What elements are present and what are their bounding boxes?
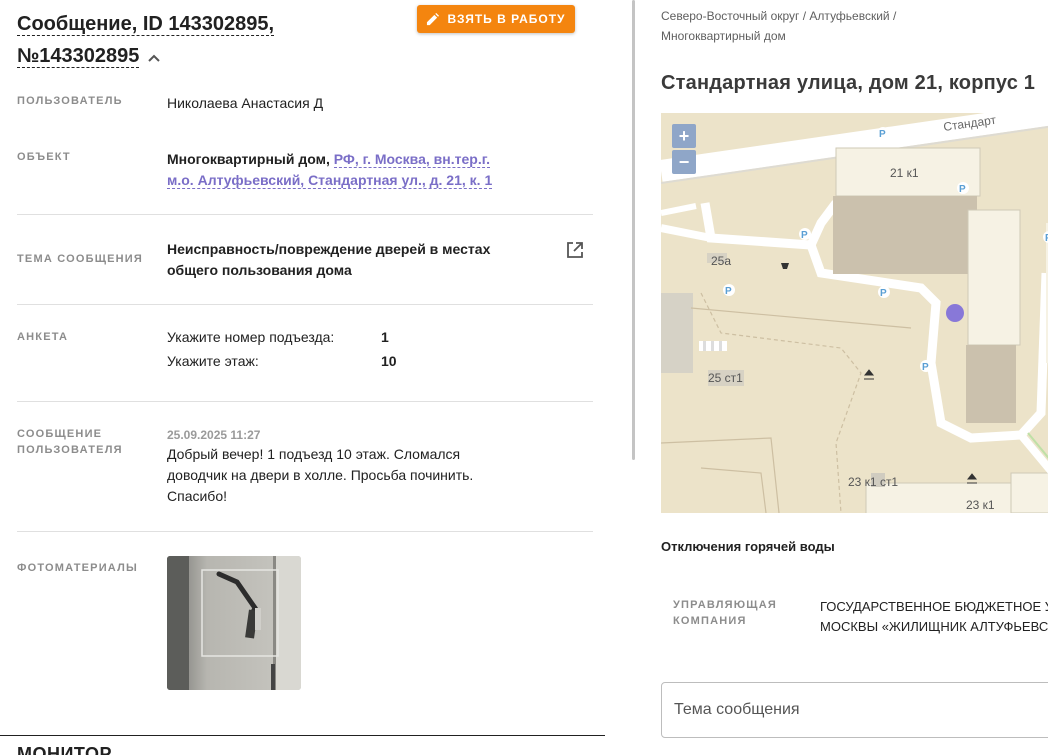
map[interactable]: P P P P P P P 21 к1 25а 25 ст1 23 к1 ст1… bbox=[661, 113, 1048, 513]
survey-label: АНКЕТА bbox=[17, 331, 69, 343]
chevron-up-icon[interactable] bbox=[147, 41, 161, 73]
user-message-body: 25.09.2025 11:27 Добрый вечер! 1 подъезд… bbox=[167, 426, 487, 507]
management-company-label: УПРАВЛЯЮЩАЯ КОМПАНИЯ bbox=[673, 597, 777, 629]
monitor-heading: МОНИТОР bbox=[17, 744, 112, 755]
map-label-23k1: 23 к1 bbox=[966, 498, 995, 512]
management-company-line: ГОСУДАРСТВЕННОЕ БЮДЖЕТНОЕ У bbox=[820, 599, 1048, 614]
message-title: Сообщение, ID 143302895, №143302895 bbox=[17, 8, 397, 73]
divider bbox=[17, 214, 593, 215]
survey-item: Укажите номер подъезда: 1 bbox=[167, 327, 389, 348]
scrollbar[interactable] bbox=[632, 0, 635, 460]
zoom-out-button[interactable]: − bbox=[672, 150, 696, 174]
message-title-text[interactable]: Сообщение, ID 143302895, №143302895 bbox=[17, 13, 275, 68]
svg-text:P: P bbox=[801, 230, 808, 241]
user-message-label-line: ПОЛЬЗОВАТЕЛЯ bbox=[17, 444, 123, 456]
hot-water-outages-link[interactable]: Отключения горячей воды bbox=[661, 539, 835, 554]
object-label: ОБЪЕКТ bbox=[17, 151, 71, 163]
svg-text:P: P bbox=[879, 129, 886, 140]
svg-text:P: P bbox=[880, 288, 887, 299]
pencil-icon bbox=[427, 12, 440, 25]
zoom-in-button[interactable]: + bbox=[672, 124, 696, 148]
object-panel: Северо-Восточный округ / Алтуфьевский / … bbox=[638, 0, 1048, 755]
management-company-label-line: УПРАВЛЯЮЩАЯ bbox=[673, 599, 777, 611]
take-to-work-label: ВЗЯТЬ В РАБОТУ bbox=[447, 12, 566, 26]
external-link-icon[interactable] bbox=[565, 240, 585, 260]
survey-answer: 1 bbox=[381, 329, 389, 345]
management-company-line: МОСКВЫ «ЖИЛИЩНИК АЛТУФЬЕВС bbox=[820, 619, 1048, 634]
divider bbox=[17, 401, 593, 402]
object-value: Многоквартирный дом, РФ, г. Москва, вн.т… bbox=[167, 149, 512, 191]
subject-input[interactable]: Тема сообщения bbox=[661, 682, 1048, 738]
location-marker[interactable] bbox=[946, 304, 964, 322]
user-message-date: 25.09.2025 11:27 bbox=[167, 428, 261, 442]
photo-thumbnail[interactable] bbox=[167, 556, 301, 690]
topic-value: Неисправность/повреждение дверей в места… bbox=[167, 241, 491, 278]
divider bbox=[17, 304, 593, 305]
user-label: ПОЛЬЗОВАТЕЛЬ bbox=[17, 95, 123, 107]
survey-item: Укажите этаж: 10 bbox=[167, 351, 397, 372]
map-label-25a: 25а bbox=[711, 254, 731, 268]
user-row: ПОЛЬЗОВАТЕЛЬ Николаева Анастасия Д bbox=[17, 93, 593, 115]
survey-question: Укажите номер подъезда: bbox=[167, 329, 335, 345]
photos-label: ФОТОМАТЕРИАЛЫ bbox=[17, 562, 138, 574]
user-message-label: СООБЩЕНИЕ ПОЛЬЗОВАТЕЛЯ bbox=[17, 426, 123, 458]
take-to-work-button[interactable]: ВЗЯТЬ В РАБОТУ bbox=[417, 5, 575, 33]
svg-text:P: P bbox=[725, 286, 732, 297]
user-message-text: Добрый вечер! 1 подъезд 10 этаж. Сломалс… bbox=[167, 446, 474, 504]
svg-text:P: P bbox=[922, 362, 929, 373]
divider bbox=[17, 531, 593, 532]
object-type: Многоквартирный дом, bbox=[167, 151, 330, 167]
user-value: Николаева Анастасия Д bbox=[167, 95, 324, 111]
survey-question: Укажите этаж: bbox=[167, 353, 259, 369]
message-panel: Сообщение, ID 143302895, №143302895 ВЗЯТ… bbox=[0, 0, 630, 755]
management-company-value: ГОСУДАРСТВЕННОЕ БЮДЖЕТНОЕ У МОСКВЫ «ЖИЛИ… bbox=[820, 597, 1048, 637]
map-label-25st1: 25 ст1 bbox=[708, 371, 743, 385]
topic-label: ТЕМА СООБЩЕНИЯ bbox=[17, 253, 144, 265]
map-label-23k1st1: 23 к1 ст1 bbox=[848, 475, 898, 489]
user-message-label-line: СООБЩЕНИЕ bbox=[17, 428, 103, 440]
survey-row: АНКЕТА Укажите номер подъезда: 1 Укажите … bbox=[17, 327, 593, 375]
section-divider bbox=[0, 735, 605, 736]
map-label-21k1: 21 к1 bbox=[890, 166, 919, 180]
object-row: ОБЪЕКТ Многоквартирный дом, РФ, г. Москв… bbox=[17, 149, 593, 193]
user-message-row: СООБЩЕНИЕ ПОЛЬЗОВАТЕЛЯ 25.09.2025 11:27 … bbox=[17, 426, 593, 510]
survey-answer: 10 bbox=[381, 353, 397, 369]
photos-row: ФОТОМАТЕРИАЛЫ bbox=[17, 556, 593, 690]
svg-text:P: P bbox=[959, 184, 966, 195]
management-company-label-line: КОМПАНИЯ bbox=[673, 615, 747, 627]
object-address-title: Стандартная улица, дом 21, корпус 1 bbox=[661, 72, 1036, 94]
topic-row: ТЕМА СООБЩЕНИЯ Неисправность/повреждение… bbox=[17, 239, 593, 283]
breadcrumb: Северо-Восточный округ / Алтуфьевский / … bbox=[661, 9, 897, 43]
